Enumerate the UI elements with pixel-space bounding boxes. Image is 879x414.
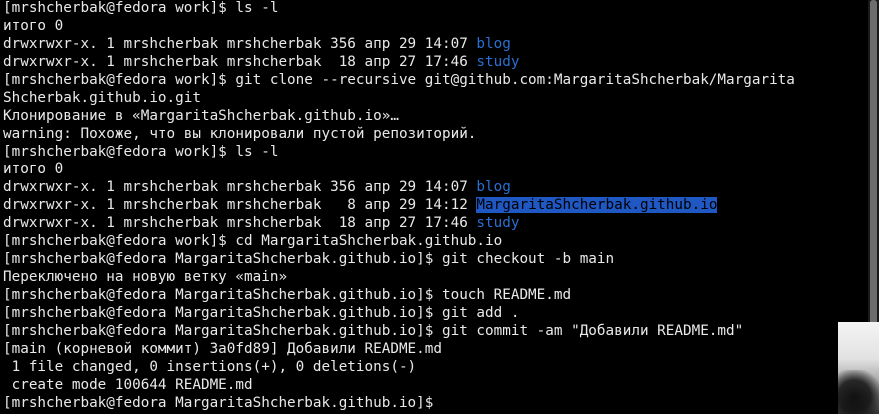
terminal-line: Клонирование в «MargaritaShcherbak.githu… <box>3 107 399 124</box>
terminal-line: drwxrwxr-x. 1 mrshcherbak mrshcherbak 18… <box>3 215 520 232</box>
terminal-line: [mrshcherbak@fedora MargaritaShcherbak.g… <box>3 287 572 303</box>
terminal-line: [mrshcherbak@fedora work]$ ls -l <box>3 143 279 160</box>
terminal-line: итого 0 <box>3 161 64 178</box>
terminal-line: warning: Похоже, что вы клонировали пуст… <box>3 125 477 142</box>
terminal-line: drwxrwxr-x. 1 mrshcherbak mrshcherbak 18… <box>3 53 520 70</box>
terminal-line: 1 file changed, 0 insertions(+), 0 delet… <box>3 358 417 375</box>
terminal-line: drwxrwxr-x. 1 mrshcherbak mrshcherbak 8 … <box>3 197 718 214</box>
directory-name: study <box>476 53 520 70</box>
terminal-line: Shcherbak.github.io.git <box>3 89 201 106</box>
terminal-line: [mrshcherbak@fedora work]$ cd MargaritaS… <box>3 233 503 250</box>
directory-name: blog <box>476 179 511 196</box>
terminal-line: [mrshcherbak@fedora MargaritaShcherbak.g… <box>3 251 615 268</box>
terminal-line: drwxrwxr-x. 1 mrshcherbak mrshcherbak 35… <box>3 35 511 52</box>
terminal-line: [mrshcherbak@fedora work]$ git clone --r… <box>3 71 795 88</box>
webcam-shadow <box>838 370 879 414</box>
terminal-output[interactable]: [mrshcherbak@fedora work]$ ls -l итого 0d… <box>3 0 795 413</box>
selected-directory-name[interactable]: MargaritaShcherbak.github.io <box>476 197 718 214</box>
scrollbar-thumb[interactable] <box>870 0 877 326</box>
terminal-line: drwxrwxr-x. 1 mrshcherbak mrshcherbak 35… <box>3 179 511 196</box>
terminal-line: [mrshcherbak@fedora MargaritaShcherbak.g… <box>3 304 520 321</box>
terminal-line: [mrshcherbak@fedora MargaritaShcherbak.g… <box>3 322 744 339</box>
terminal-line: итого 0 <box>3 17 64 34</box>
terminal-line: create mode 100644 README.md <box>3 376 253 393</box>
webcam-overlay-image <box>838 322 879 414</box>
terminal-line: Переключено на новую ветку «main» <box>3 269 288 286</box>
terminal-line: [mrshcherbak@fedora work]$ ls -l <box>3 0 279 16</box>
scrollbar-track[interactable] <box>868 0 879 330</box>
terminal-line: [main (корневой коммит) 3a0fd89] Добавил… <box>3 340 442 357</box>
directory-name: blog <box>476 35 511 52</box>
terminal-prompt-line[interactable]: [mrshcherbak@fedora MargaritaShcherbak.g… <box>3 395 795 413</box>
directory-name: study <box>476 215 520 232</box>
terminal-window[interactable]: [mrshcherbak@fedora work]$ ls -l итого 0d… <box>0 0 868 414</box>
